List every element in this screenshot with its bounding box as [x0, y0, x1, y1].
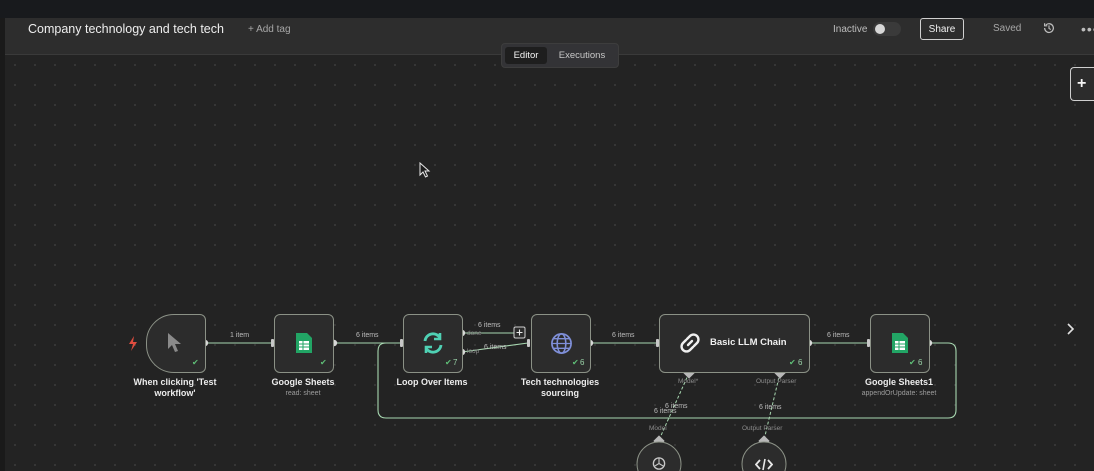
conn-label-parser: 6 items [759, 404, 782, 411]
node-google-sheets[interactable]: ✔ [274, 314, 334, 373]
node-tech-sourcing[interactable]: ✔ 6 [531, 314, 591, 373]
success-check-icon: ✔ [789, 358, 796, 367]
globe-icon [551, 333, 572, 354]
openai-icon[interactable] [651, 456, 667, 471]
trigger-bolt-icon [129, 336, 137, 351]
conn-label-done: done [467, 330, 482, 337]
sync-icon [423, 332, 443, 354]
node-loop-over-items[interactable]: ✔ 7 [403, 314, 463, 373]
conn-label-loop-bottom-count: 6 items [484, 344, 507, 351]
node-label-http: Tech technologies sourcing [520, 377, 600, 398]
link-chain-icon [680, 333, 700, 353]
conn-label-llm-sheets1: 6 items [827, 332, 850, 339]
node-sub-sheets1: appendOrUpdate: sheet [861, 390, 937, 397]
conn-label-loop: loop [467, 348, 480, 355]
loop-run-count: 7 [453, 358, 458, 367]
conn-label-trigger-sheets: 1 item [230, 332, 250, 339]
node-sub-sheets: read: sheet [285, 390, 321, 397]
conn-label-sheets-loop: 6 items [356, 332, 379, 339]
conn-label-back: 6 items [665, 403, 688, 410]
success-check-icon: ✔ [909, 358, 916, 367]
llm-parser-port-label: Output Parser [756, 378, 797, 385]
code-icon[interactable] [755, 458, 773, 471]
node-manual-trigger[interactable]: ✔ [146, 314, 206, 373]
node-google-sheets1[interactable]: ✔ 6 [870, 314, 930, 373]
http-run-count: 6 [580, 358, 585, 367]
node-label-trigger: When clicking 'Test workflow' [133, 377, 217, 398]
success-check-icon: ✔ [572, 358, 579, 367]
llm-run-count: 6 [798, 358, 803, 367]
sheets1-run-count: 6 [918, 358, 923, 367]
success-check-icon: ✔ [445, 358, 452, 367]
conn-label-http-llm: 6 items [612, 332, 635, 339]
model-node-label: Model [649, 425, 667, 432]
node-label-loop: Loop Over Items [396, 377, 468, 387]
success-check-icon: ✔ [192, 358, 199, 367]
node-label-sheets: Google Sheets [271, 377, 335, 387]
node-label-sheets1: Google Sheets1 [864, 377, 934, 387]
connection-wires [129, 326, 957, 471]
node-label-llm: Basic LLM Chain [710, 337, 787, 348]
parser-node-label: Output Parser [742, 425, 783, 432]
conn-label-loop-top-count: 6 items [478, 322, 501, 329]
llm-model-port-label: Model* [678, 378, 699, 385]
spreadsheet-icon [892, 333, 908, 353]
n8n-workflow-editor: Company technology and tech tech + Add t… [0, 0, 1094, 471]
success-check-icon: ✔ [320, 358, 327, 367]
spreadsheet-icon [296, 333, 312, 353]
cursor-pointer-icon [168, 333, 181, 352]
